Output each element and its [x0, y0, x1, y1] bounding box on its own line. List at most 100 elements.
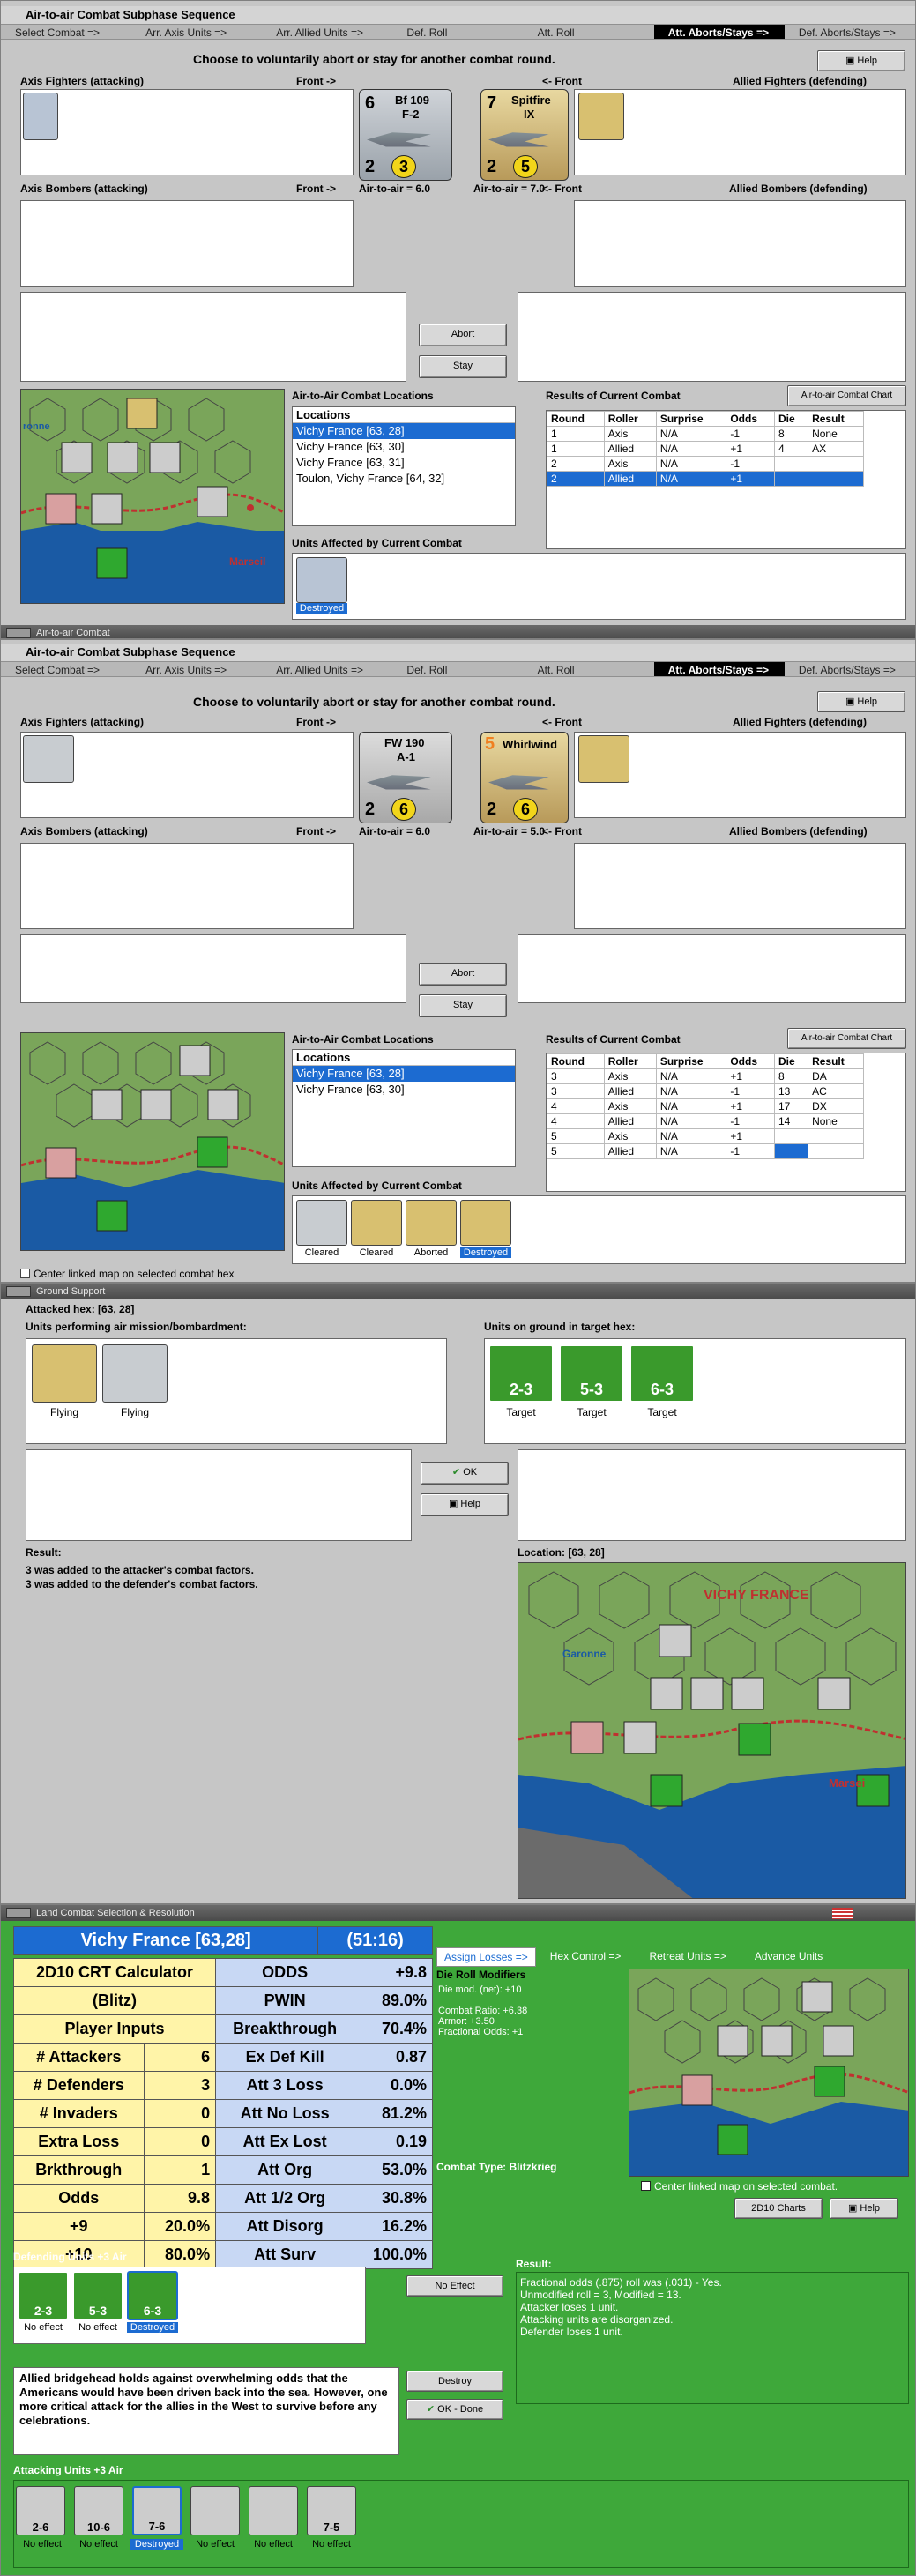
axis-fighter-counter[interactable]: [23, 735, 74, 783]
axis-fighters-box[interactable]: [20, 89, 354, 175]
phase-def-aborts[interactable]: Def. Aborts/Stays =>: [785, 662, 915, 676]
help-button[interactable]: ▣ Help: [421, 1493, 509, 1516]
land-combat-map[interactable]: [629, 1969, 909, 2177]
checkbox-icon[interactable]: [641, 2181, 651, 2191]
big-axis-fighter[interactable]: FW 190 A-1 2 6: [359, 732, 452, 823]
allied-fighters-box[interactable]: [574, 89, 906, 175]
phase-retreat-units[interactable]: Retreat Units =>: [635, 1947, 740, 1967]
center-linked-checkbox[interactable]: Center linked map on selected combat.: [641, 2180, 838, 2193]
allied-bombers-box[interactable]: [574, 843, 906, 929]
phase-arr-axis[interactable]: Arr. Axis Units =>: [131, 662, 262, 676]
phase-select-combat[interactable]: Select Combat =>: [1, 25, 131, 39]
table-row[interactable]: 4 Allied N/A -1 14 None: [547, 1113, 864, 1129]
table-row[interactable]: 5 Axis N/A +1: [547, 1128, 864, 1144]
crt-charts-button[interactable]: 2D10 Charts: [734, 2198, 823, 2219]
phase-att-roll[interactable]: Att. Roll: [524, 662, 654, 676]
phase-att-aborts[interactable]: Att. Aborts/Stays =>: [653, 25, 785, 39]
phase-arr-axis[interactable]: Arr. Axis Units =>: [131, 25, 262, 39]
table-row[interactable]: 3 Axis N/A +1 8 DA: [547, 1068, 864, 1084]
phase-def-roll[interactable]: Def. Roll: [392, 25, 523, 39]
phase-select-combat[interactable]: Select Combat =>: [1, 662, 131, 676]
a2a-chart-button[interactable]: Air-to-air Combat Chart: [787, 385, 906, 406]
allied-fighters-box[interactable]: [574, 732, 906, 818]
attacker-unit[interactable]: [249, 2486, 298, 2535]
help-button[interactable]: ▣ Help: [817, 50, 905, 71]
defending-units-box[interactable]: 2-3 No effect 5-3 No effect 6-3 Destroye…: [13, 2267, 366, 2344]
axis-fighter-counter[interactable]: [23, 93, 58, 140]
phase-arr-allied[interactable]: Arr. Allied Units =>: [262, 25, 392, 39]
allied-bombers-box[interactable]: [574, 200, 906, 287]
affected-unit[interactable]: [460, 1200, 511, 1246]
axis-bombers-box[interactable]: [20, 200, 354, 287]
affected-unit[interactable]: [406, 1200, 457, 1246]
attacking-units-box[interactable]: 2-6 No effect 10-6 No effect 7-6 Destroy…: [13, 2480, 909, 2568]
location-row[interactable]: Vichy France [63, 30]: [293, 1082, 515, 1098]
location-row[interactable]: Vichy France [63, 28]: [293, 1066, 515, 1082]
phase-advance-units[interactable]: Advance Units: [741, 1947, 837, 1967]
location-row[interactable]: Vichy France [63, 31]: [293, 455, 515, 471]
no-effect-button[interactable]: No Effect: [406, 2275, 503, 2297]
location-row[interactable]: Vichy France [63, 30]: [293, 439, 515, 455]
cell: N/A: [655, 1083, 727, 1099]
abort-button[interactable]: Abort: [419, 963, 507, 986]
air-unit[interactable]: [32, 1344, 97, 1403]
stay-button[interactable]: Stay: [419, 994, 507, 1017]
big-allied-fighter[interactable]: 7 Spitfire IX 2 5: [480, 89, 569, 181]
location-row[interactable]: Vichy France [63, 28]: [293, 423, 515, 439]
defender-unit[interactable]: 5-3: [72, 2271, 123, 2320]
attacker-unit[interactable]: 2-6: [16, 2486, 65, 2535]
phase-att-roll[interactable]: Att. Roll: [524, 25, 654, 39]
defender-unit[interactable]: 2-3: [18, 2271, 69, 2320]
attacker-unit[interactable]: [190, 2486, 240, 2535]
big-allied-fighter[interactable]: 5 Whirlwind 2 6: [480, 732, 569, 823]
ground-unit[interactable]: 2-3: [488, 1344, 554, 1403]
checkbox-icon[interactable]: [20, 1269, 30, 1278]
table-row[interactable]: 1 Axis N/A -1 8 None: [547, 426, 864, 442]
axis-fighters-box[interactable]: [20, 732, 354, 818]
defender-unit[interactable]: 6-3: [127, 2271, 178, 2320]
combat-map-1[interactable]: Marseil ronne: [20, 389, 285, 604]
help-button[interactable]: ▣ Help: [817, 691, 905, 712]
phase-arr-allied[interactable]: Arr. Allied Units =>: [262, 662, 392, 676]
table-row[interactable]: 2 Allied N/A +1: [547, 471, 864, 487]
affected-unit[interactable]: [296, 1200, 347, 1246]
locations-list[interactable]: Locations Vichy France [63, 28] Vichy Fr…: [292, 1049, 516, 1167]
destroy-button[interactable]: Destroy: [406, 2371, 503, 2392]
a2a-chart-button[interactable]: Air-to-air Combat Chart: [787, 1028, 906, 1049]
ground-support-map[interactable]: VICHY FRANCE Garonne Marsei: [518, 1562, 906, 1899]
ground-units-box[interactable]: 2-3 Target 5-3 Target 6-3 Target: [484, 1338, 906, 1444]
abort-button[interactable]: Abort: [419, 324, 507, 346]
affected-unit[interactable]: [351, 1200, 402, 1246]
ground-unit[interactable]: 6-3: [629, 1344, 695, 1403]
stay-button[interactable]: Stay: [419, 355, 507, 378]
table-row[interactable]: 1 Allied N/A +1 4 AX: [547, 441, 864, 457]
air-units-box[interactable]: Flying Flying: [26, 1338, 447, 1444]
center-linked-checkbox[interactable]: Center linked map on selected combat hex: [20, 1268, 234, 1280]
phase-assign-losses[interactable]: Assign Losses =>: [436, 1947, 536, 1967]
table-row[interactable]: 4 Axis N/A +1 17 DX: [547, 1098, 864, 1114]
help-button[interactable]: ▣ Help: [830, 2198, 898, 2219]
location-row[interactable]: Toulon, Vichy France [64, 32]: [293, 471, 515, 487]
phase-def-aborts[interactable]: Def. Aborts/Stays =>: [785, 25, 915, 39]
axis-message-box: [20, 292, 406, 382]
attacker-unit[interactable]: 10-6: [74, 2486, 123, 2535]
allied-fighter-counter[interactable]: [578, 735, 629, 783]
locations-list[interactable]: Locations Vichy France [63, 28] Vichy Fr…: [292, 406, 516, 526]
combat-map-2[interactable]: [20, 1032, 285, 1251]
table-row[interactable]: 3 Allied N/A -1 13 AC: [547, 1083, 864, 1099]
big-axis-fighter[interactable]: 6 Bf 109 F-2 2 3: [359, 89, 452, 181]
attacker-unit[interactable]: 7-6: [132, 2486, 182, 2535]
axis-bombers-box[interactable]: [20, 843, 354, 929]
table-row[interactable]: 2 Axis N/A -1: [547, 456, 864, 472]
ok-done-button[interactable]: ✔ OK - Done: [406, 2399, 503, 2420]
ground-unit[interactable]: 5-3: [559, 1344, 624, 1403]
ok-button[interactable]: ✔ OK: [421, 1462, 509, 1485]
air-unit[interactable]: [102, 1344, 168, 1403]
phase-def-roll[interactable]: Def. Roll: [392, 662, 523, 676]
phase-att-aborts[interactable]: Att. Aborts/Stays =>: [653, 662, 785, 676]
affected-unit[interactable]: [296, 557, 347, 603]
allied-fighter-counter[interactable]: [578, 93, 624, 140]
attacker-unit[interactable]: 7-5: [307, 2486, 356, 2535]
phase-hex-control[interactable]: Hex Control =>: [536, 1947, 636, 1967]
table-row[interactable]: 5 Allied N/A -1: [547, 1143, 864, 1159]
